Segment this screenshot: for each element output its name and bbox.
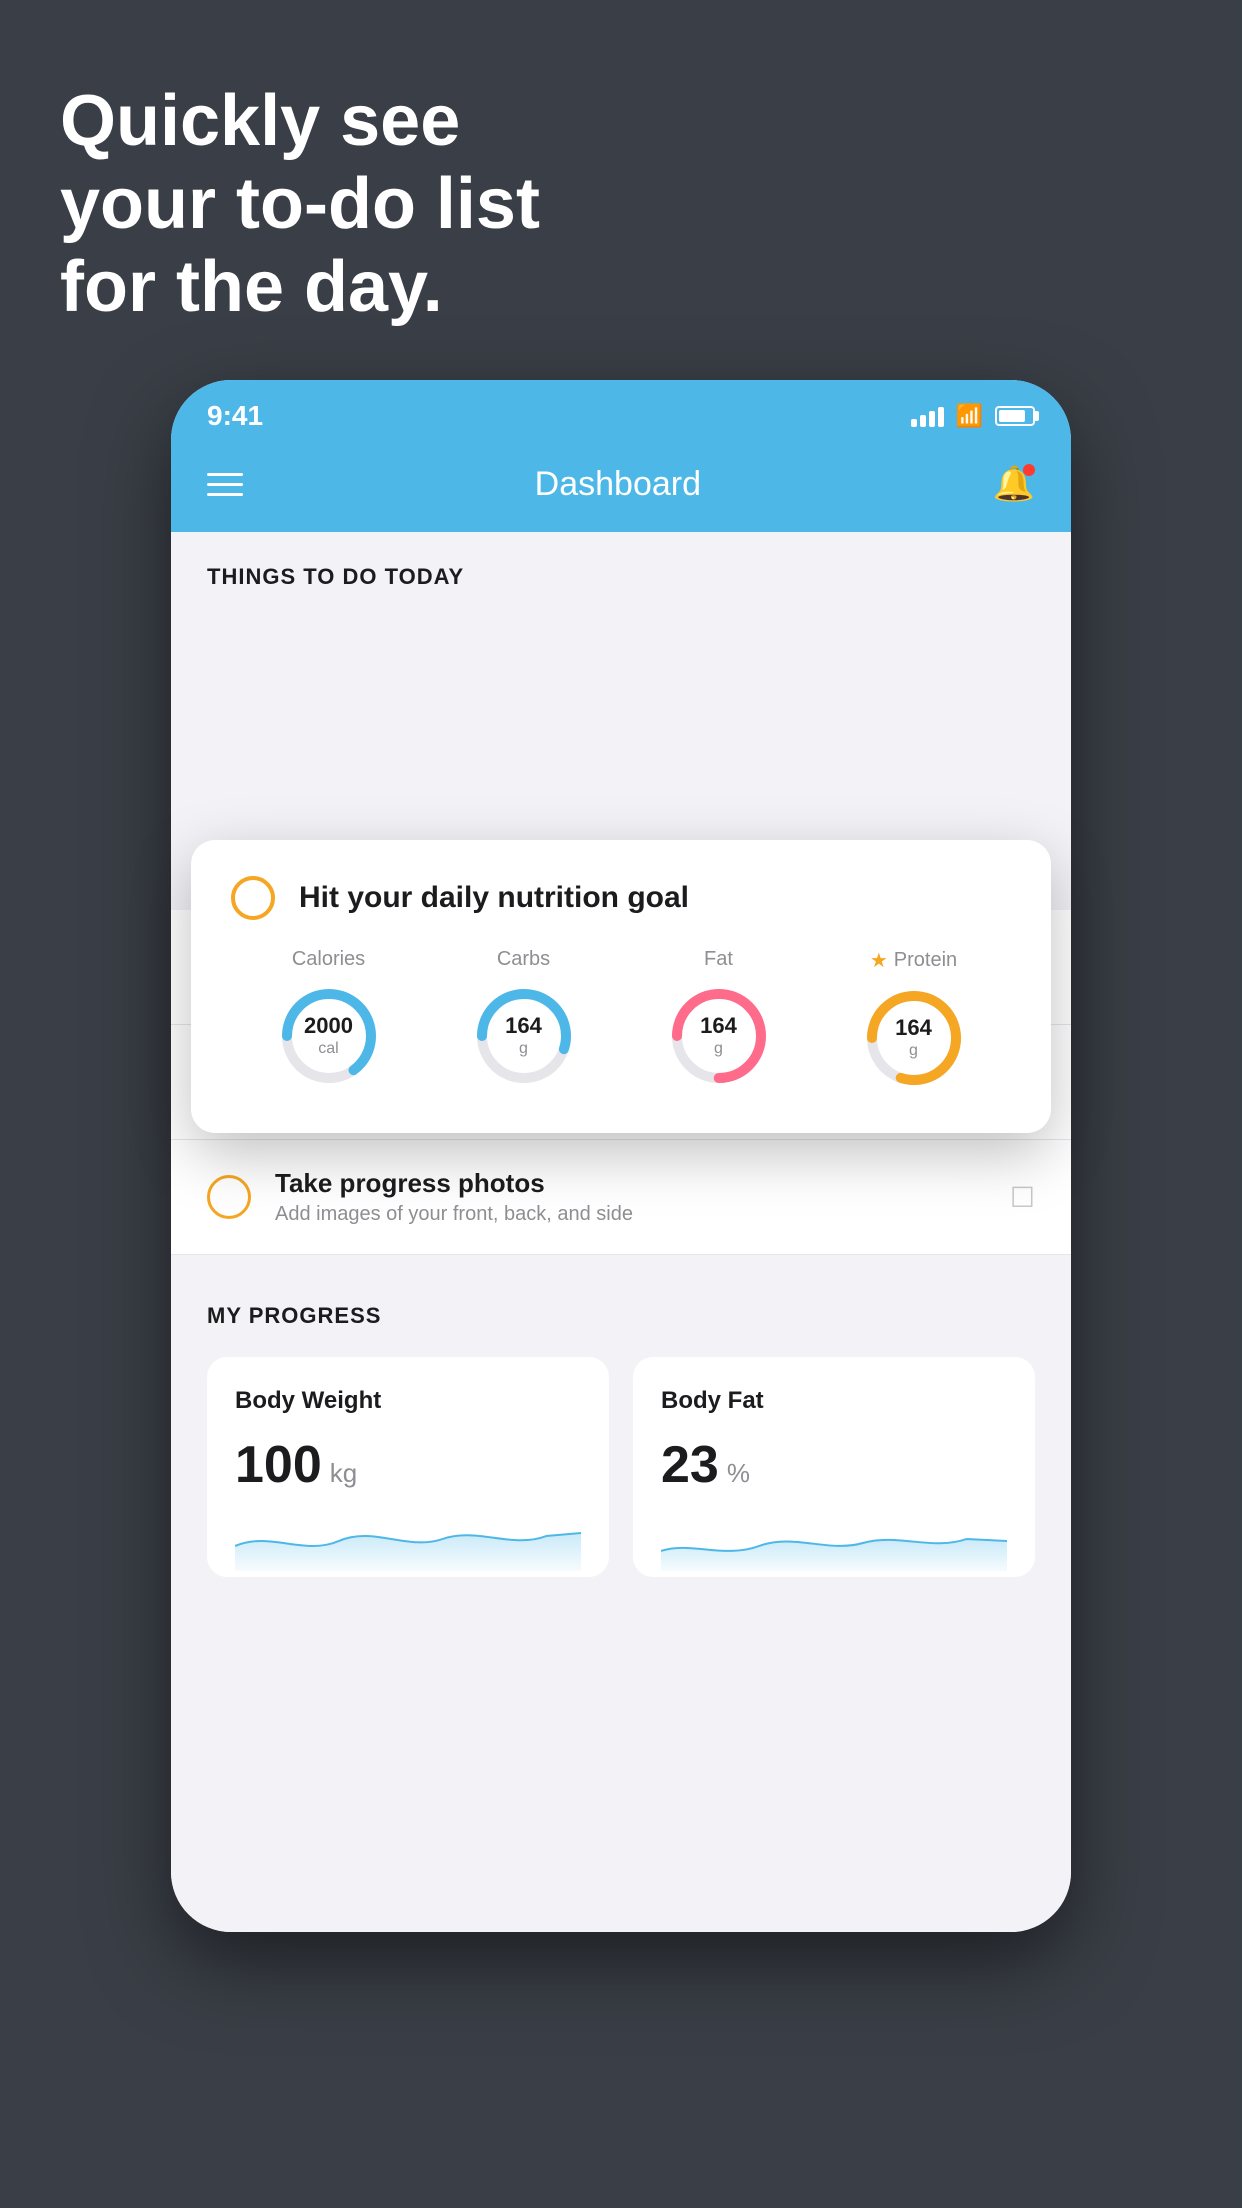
popup-title: Hit your daily nutrition goal — [299, 881, 689, 915]
popup-title-row: Hit your daily nutrition goal — [231, 876, 1011, 920]
signal-icon — [911, 405, 944, 427]
carbs-unit: g — [505, 1040, 542, 1059]
todo-circle-photos — [207, 1175, 251, 1219]
body-fat-card[interactable]: Body Fat 23 % — [633, 1357, 1035, 1577]
body-fat-title: Body Fat — [661, 1387, 1007, 1415]
carbs-donut: 164 g — [469, 981, 579, 1091]
notification-dot — [1023, 464, 1035, 476]
calories-label: Calories — [292, 948, 365, 971]
status-icons: 📶 — [911, 403, 1035, 429]
todo-subtitle-photos: Add images of your front, back, and side — [275, 1203, 986, 1226]
carbs-item: Carbs 164 g — [469, 948, 579, 1091]
nav-bar: Dashboard 🔔 — [171, 444, 1071, 532]
calories-value: 2000 — [304, 1013, 353, 1039]
todo-text-photos: Take progress photos Add images of your … — [275, 1168, 986, 1226]
progress-grid: Body Weight 100 kg — [207, 1357, 1035, 1577]
popup-circle-indicator — [231, 876, 275, 920]
body-weight-value: 100 — [235, 1435, 322, 1495]
phone-mockup: 9:41 📶 Dashboard 🔔 — [171, 380, 1071, 1932]
carbs-value-block: 164 g — [505, 1013, 542, 1059]
fat-item: Fat 164 g — [664, 948, 774, 1091]
carbs-label: Carbs — [497, 948, 550, 971]
hamburger-menu[interactable] — [207, 473, 243, 496]
fat-value: 164 — [700, 1013, 737, 1039]
nutrition-grid: Calories 2000 cal Carbs — [231, 948, 1011, 1093]
fat-value-block: 164 g — [700, 1013, 737, 1059]
list-item[interactable]: Take progress photos Add images of your … — [171, 1140, 1071, 1255]
status-time: 9:41 — [207, 400, 263, 432]
calories-value-block: 2000 cal — [304, 1013, 353, 1059]
body-fat-chart — [661, 1511, 1007, 1571]
body-fat-value: 23 — [661, 1435, 719, 1495]
fat-donut: 164 g — [664, 981, 774, 1091]
star-icon: ★ — [870, 948, 888, 973]
protein-value: 164 — [895, 1015, 932, 1041]
body-weight-title: Body Weight — [235, 1387, 581, 1415]
body-fat-unit: % — [727, 1458, 750, 1489]
phone-screen: 9:41 📶 Dashboard 🔔 — [171, 380, 1071, 1932]
status-bar: 9:41 📶 — [171, 380, 1071, 444]
body-weight-unit: kg — [330, 1458, 357, 1489]
body-fat-value-row: 23 % — [661, 1435, 1007, 1495]
fat-unit: g — [700, 1040, 737, 1059]
fat-label: Fat — [704, 948, 733, 971]
nutrition-popup-card: Hit your daily nutrition goal Calories 2… — [191, 840, 1051, 1133]
body-weight-card[interactable]: Body Weight 100 kg — [207, 1357, 609, 1577]
wifi-icon: 📶 — [956, 403, 983, 429]
things-today-header: THINGS TO DO TODAY — [171, 532, 1071, 610]
main-content: THINGS TO DO TODAY Running Track your st… — [171, 532, 1071, 1932]
calories-item: Calories 2000 cal — [274, 948, 384, 1091]
calories-unit: cal — [304, 1040, 353, 1059]
protein-item: ★ Protein 164 g — [859, 948, 969, 1093]
battery-icon — [995, 406, 1035, 426]
carbs-value: 164 — [505, 1013, 542, 1039]
calories-donut: 2000 cal — [274, 981, 384, 1091]
body-weight-chart — [235, 1511, 581, 1571]
protein-donut: 164 g — [859, 983, 969, 1093]
protein-label: ★ Protein — [870, 948, 957, 973]
nav-title: Dashboard — [535, 465, 701, 504]
progress-heading: MY PROGRESS — [207, 1303, 1035, 1329]
protein-unit: g — [895, 1042, 932, 1061]
protein-value-block: 164 g — [895, 1015, 932, 1061]
photo-icon: ☐ — [1010, 1181, 1035, 1214]
body-weight-value-row: 100 kg — [235, 1435, 581, 1495]
progress-section: MY PROGRESS Body Weight 100 kg — [171, 1255, 1071, 1613]
hero-text: Quickly see your to-do list for the day. — [60, 80, 540, 328]
todo-title-photos: Take progress photos — [275, 1168, 986, 1199]
notification-bell[interactable]: 🔔 — [993, 464, 1035, 504]
